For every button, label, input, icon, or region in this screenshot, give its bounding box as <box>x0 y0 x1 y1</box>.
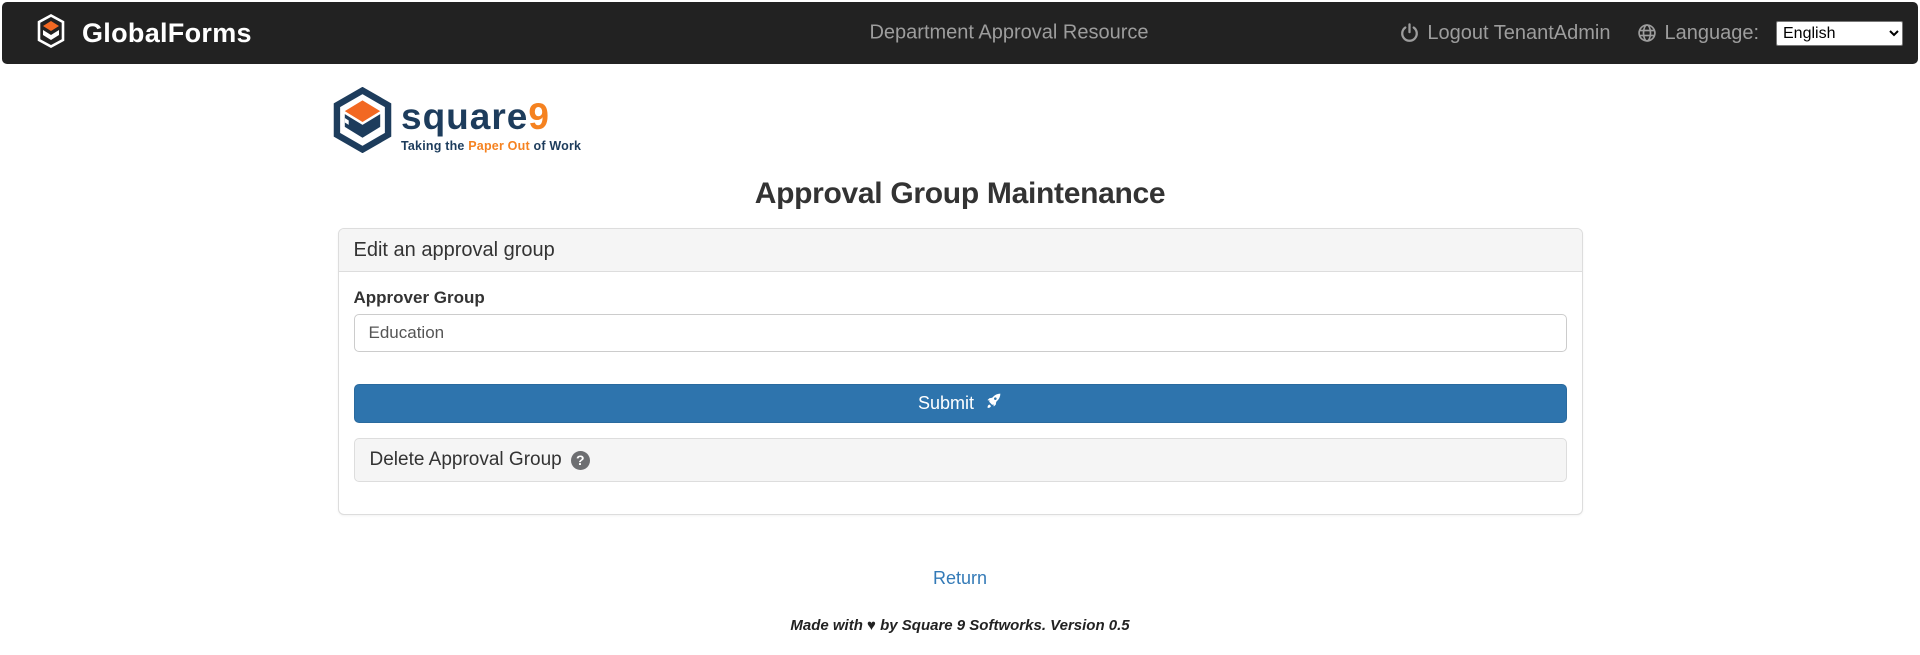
nav-page-title: Department Approval Resource <box>869 22 1148 45</box>
language-select[interactable]: English <box>1776 21 1903 46</box>
delete-approval-group-toggle[interactable]: Delete Approval Group ? <box>354 438 1567 482</box>
globalforms-brand-link[interactable]: GlobalForms <box>37 14 252 53</box>
edit-approval-group-panel: Edit an approval group Approver Group Su… <box>338 228 1583 515</box>
rocket-icon <box>984 392 1002 415</box>
submit-label: Submit <box>918 393 974 414</box>
square9-wordmark-block: square9 Taking the Paper Out of Work <box>401 87 581 158</box>
wordmark-accent: 9 <box>528 96 550 137</box>
square9-wordmark: square9 <box>401 98 581 135</box>
navbar-right-group: Logout TenantAdmin Language: English <box>1399 21 1903 46</box>
globalforms-logo-icon <box>37 14 65 53</box>
logout-label: Logout TenantAdmin <box>1427 22 1610 45</box>
tagline-suffix: of Work <box>530 139 581 153</box>
logout-button[interactable]: Logout TenantAdmin <box>1399 22 1610 45</box>
approver-group-label: Approver Group <box>354 288 1567 308</box>
wordmark-main: square <box>401 96 528 137</box>
help-question-icon[interactable]: ? <box>571 451 590 470</box>
panel-header: Edit an approval group <box>339 229 1582 272</box>
footer-credit: Made with ♥ by Square 9 Softworks. Versi… <box>0 617 1920 634</box>
square9-tagline: Taking the Paper Out of Work <box>401 139 581 153</box>
panel-body: Approver Group Submit Delete Approval Gr… <box>339 272 1582 514</box>
page-title: Approval Group Maintenance <box>0 179 1920 209</box>
delete-label: Delete Approval Group <box>370 449 562 471</box>
language-label: Language: <box>1664 22 1759 45</box>
language-group: Language: <box>1637 22 1759 45</box>
tagline-prefix: Taking the <box>401 139 468 153</box>
top-navbar: GlobalForms Department Approval Resource… <box>2 2 1918 64</box>
power-icon <box>1399 22 1420 44</box>
tagline-accent: Paper Out <box>468 139 530 153</box>
approver-group-input[interactable] <box>354 314 1567 352</box>
brand-name: GlobalForms <box>82 18 252 49</box>
return-link[interactable]: Return <box>0 568 1920 589</box>
submit-button[interactable]: Submit <box>354 384 1567 423</box>
square9-logo: square9 Taking the Paper Out of Work <box>333 87 1920 158</box>
square9-hexagon-icon <box>333 87 392 158</box>
globe-icon <box>1637 23 1657 43</box>
